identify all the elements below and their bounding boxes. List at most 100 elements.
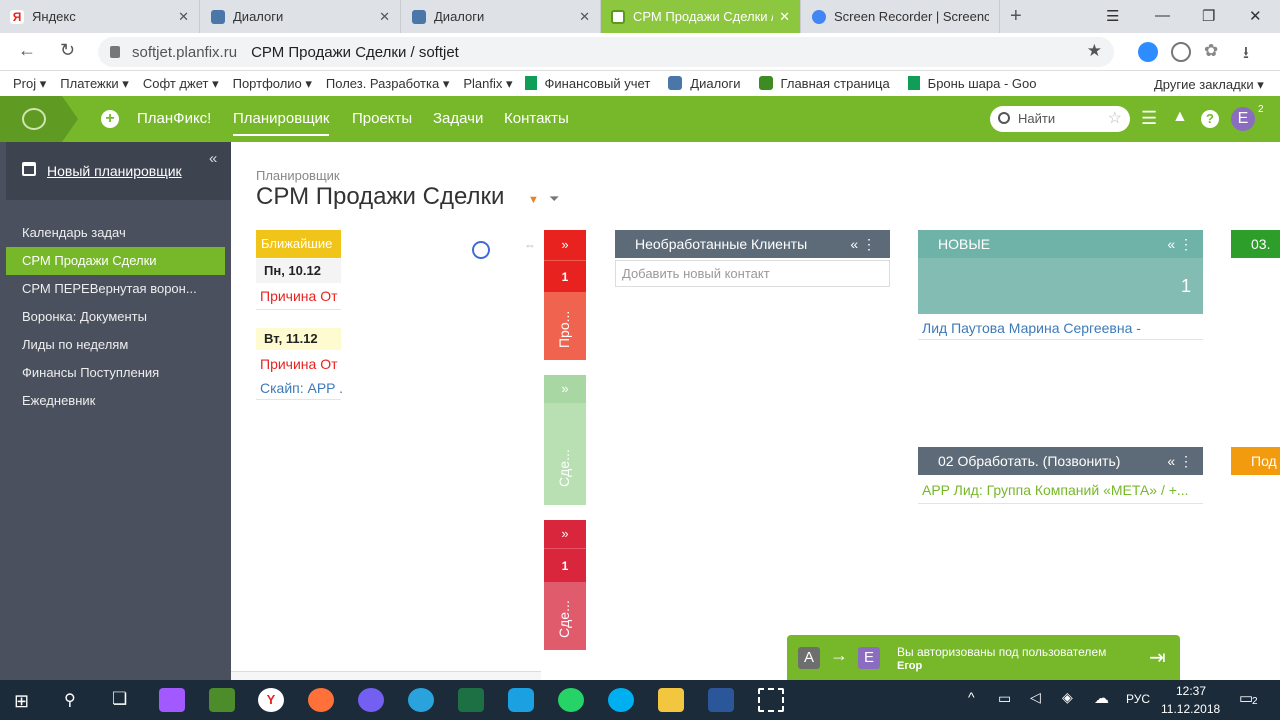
column-menu-icon[interactable]: « ⋮ — [1167, 230, 1193, 258]
column-header-new[interactable]: НОВЫЕ « ⋮ — [918, 230, 1203, 258]
vbar-deals[interactable]: » Сде... — [544, 375, 586, 505]
windows-start-icon[interactable]: ⊞ — [14, 691, 29, 712]
sidebar-item-diary[interactable]: Ежедневник — [6, 387, 225, 415]
language-indicator[interactable]: РУС — [1126, 692, 1150, 706]
nav-contacts[interactable]: Контакты — [504, 96, 569, 142]
download-icon[interactable]: ⭳ — [1243, 40, 1249, 69]
viber-icon[interactable] — [358, 688, 384, 712]
horizontal-scrollbar[interactable] — [231, 671, 541, 680]
sidebar-item-finance[interactable]: Финансы Поступления — [6, 359, 225, 387]
sidebar-title[interactable]: Новый планировщик — [47, 163, 182, 179]
yandex-browser-icon[interactable]: Y — [258, 688, 284, 712]
lead-item[interactable]: APP Лид: Группа Компаний «МЕТА» / +... — [922, 482, 1207, 498]
task-item[interactable]: Скайп: APP . — [260, 380, 342, 396]
paw-extension-icon[interactable]: ✿ — [1204, 41, 1218, 61]
reload-icon[interactable]: ↻ — [60, 40, 75, 61]
excel-icon[interactable] — [458, 688, 484, 712]
bookmark-balloon[interactable]: Бронь шара - Goo — [907, 76, 1036, 91]
word-icon[interactable] — [708, 688, 734, 712]
nav-planfix[interactable]: ПланФикс! — [137, 96, 211, 142]
new-tab-button[interactable]: + — [1010, 5, 1022, 28]
tab-crm[interactable]: СРМ Продажи Сделки / ✕ — [601, 0, 801, 33]
sidebar-item-leads-weeks[interactable]: Лиды по неделям — [6, 331, 225, 359]
whatsapp-icon[interactable] — [558, 688, 584, 712]
task-view-icon[interactable]: ❏ — [112, 689, 127, 709]
tab-screen-recorder[interactable]: Screen Recorder | Screencas — [802, 0, 1000, 33]
bookmark-portfolio[interactable]: Портфолио ▾ — [233, 76, 312, 92]
logout-icon[interactable]: ⇥ — [1149, 645, 1166, 670]
back-icon[interactable]: ← — [18, 40, 36, 61]
drag-handle-icon[interactable]: ⇔ — [524, 238, 536, 252]
restore-icon[interactable]: ❐ — [1202, 7, 1215, 25]
other-bookmarks[interactable]: Другие закладки ▾ — [1154, 77, 1264, 93]
clock-date[interactable]: 11.12.2018 — [1161, 702, 1220, 716]
breadcrumb[interactable]: Планировщик — [256, 168, 340, 183]
column-menu-icon[interactable]: « ⋮ — [1167, 447, 1193, 475]
cloud-icon[interactable]: ☁ — [1094, 689, 1109, 707]
vbar-progress[interactable]: » 1 Про... — [544, 230, 586, 360]
bookmark-home[interactable]: Главная страница — [758, 76, 890, 91]
sidebar-item-crm-sales[interactable]: СРМ Продажи Сделки — [6, 247, 225, 275]
dropbox-icon[interactable]: ◈ — [1062, 689, 1073, 706]
app-icon[interactable] — [508, 688, 534, 712]
search-input[interactable]: Найти ☆ — [990, 106, 1130, 132]
star-icon[interactable]: ☆ — [1108, 106, 1122, 132]
bookmark-softjet[interactable]: Софт джет ▾ — [143, 76, 219, 92]
column-header-process[interactable]: 02 Обработать. (Позвонить) « ⋮ — [918, 447, 1203, 475]
telegram-icon[interactable] — [408, 688, 434, 712]
close-window-icon[interactable]: ✕ — [1249, 7, 1262, 25]
expand-icon[interactable]: » — [544, 375, 586, 403]
column-menu-icon[interactable]: « ⋮ — [850, 230, 876, 258]
folder-icon[interactable] — [658, 688, 684, 712]
chevron-down-icon[interactable]: ▼ — [528, 194, 539, 206]
bookmark-dialogs[interactable]: Диалоги — [668, 76, 741, 91]
close-icon[interactable]: ✕ — [779, 9, 790, 25]
column-header-unprocessed[interactable]: Необработанные Клиенты « ⋮ — [615, 230, 890, 258]
collapse-icon[interactable]: « — [209, 150, 217, 167]
bookmark-payments[interactable]: Платежки ▾ — [60, 76, 129, 92]
close-icon[interactable]: ✕ — [178, 9, 189, 25]
bookmark-dev[interactable]: Полез. Разработка ▾ — [326, 76, 449, 92]
task-item[interactable]: Причина От — [260, 288, 342, 304]
figma-icon[interactable] — [159, 688, 185, 712]
column-header-partial[interactable]: 03. — [1231, 230, 1280, 258]
tab-yandex[interactable]: Я Яндекс ✕ — [0, 0, 200, 33]
battery-icon[interactable]: ▭ — [998, 690, 1011, 707]
add-icon[interactable]: + — [101, 110, 119, 128]
avatar[interactable]: Е — [1231, 107, 1255, 131]
filter-icon[interactable]: ⏷ — [549, 191, 559, 207]
url-field[interactable]: softjet.planfix.ru СРМ Продажи Сделки / … — [98, 37, 1114, 67]
sidebar-item-crm-reversed[interactable]: СРМ ПЕРЕВернутая ворон... — [6, 275, 225, 303]
nav-tasks[interactable]: Задачи — [433, 96, 483, 142]
menu-icon[interactable]: ☰ — [1106, 7, 1119, 25]
tab-dialogs-2[interactable]: Диалоги ✕ — [402, 0, 601, 33]
firefox-icon[interactable] — [308, 688, 334, 712]
expand-icon[interactable]: » — [544, 520, 586, 548]
snip-icon[interactable] — [758, 688, 784, 712]
vbar-deals-2[interactable]: » 1 Сде... — [544, 520, 586, 650]
bookmark-planfix[interactable]: Planfix ▾ — [463, 76, 512, 92]
skype-icon[interactable] — [608, 688, 634, 712]
close-icon[interactable]: ✕ — [379, 9, 390, 25]
nav-projects[interactable]: Проекты — [352, 96, 412, 142]
menu-icon[interactable]: ☰ — [1141, 108, 1157, 129]
sidebar-item-calendar[interactable]: Календарь задач — [6, 219, 225, 247]
expand-icon[interactable]: » — [544, 230, 586, 260]
chevron-up-icon[interactable]: ^ — [968, 689, 975, 705]
tab-dialogs-1[interactable]: Диалоги ✕ — [201, 0, 401, 33]
add-contact-input[interactable]: Добавить новый контакт — [615, 260, 890, 287]
task-item[interactable]: Причина От — [260, 356, 342, 372]
star-icon[interactable]: ★ — [1087, 41, 1102, 61]
app-icon[interactable] — [209, 688, 235, 712]
minimize-icon[interactable]: — — [1155, 7, 1170, 24]
close-icon[interactable]: ✕ — [579, 9, 590, 25]
help-icon[interactable]: ? — [1201, 110, 1219, 128]
search-icon[interactable]: ⚲ — [64, 690, 76, 710]
sidebar-item-documents[interactable]: Воронка: Документы — [6, 303, 225, 331]
timer-extension-icon[interactable] — [1171, 42, 1191, 62]
zoom-extension-icon[interactable] — [1138, 42, 1158, 62]
bookmark-finance[interactable]: Финансовый учет — [524, 76, 650, 91]
volume-icon[interactable]: ◁ — [1030, 689, 1041, 706]
column-header-partial[interactable]: Под — [1231, 447, 1280, 475]
nav-planner[interactable]: Планировщик — [233, 96, 330, 136]
